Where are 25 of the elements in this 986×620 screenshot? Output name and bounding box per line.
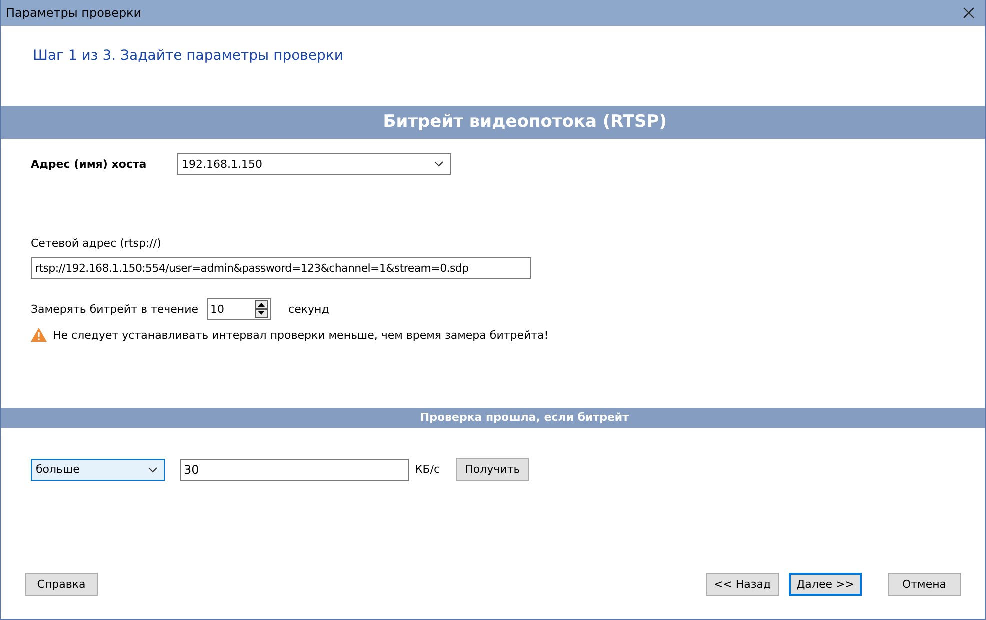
dialog-button[interactable]: Далее >> <box>789 573 862 596</box>
chevron-down-icon <box>148 466 158 472</box>
dialog-button[interactable]: Справка <box>25 573 98 596</box>
host-dropdown[interactable]: 192.168.1.150 <box>177 153 451 175</box>
dialog-button[interactable]: << Назад <box>706 573 779 596</box>
bitrate-unit: КБ/с <box>415 463 440 476</box>
operator-dropdown[interactable]: больше <box>31 458 165 480</box>
warning-text: Не следует устанавливать интервал проверки меньше, чем время замера битрейта! <box>53 328 549 342</box>
duration-unit: секунд <box>288 302 330 316</box>
chevron-down-icon <box>434 161 444 167</box>
url-field[interactable]: rtsp://192.168.1.150:554/user=admin&password=123&channel=1&stream=0.sdp <box>31 257 531 279</box>
spin-arrows-icon <box>254 300 268 318</box>
step-heading: Шаг 1 из 3. Задайте параметры проверки <box>33 48 344 64</box>
window-title: Параметры проверки <box>6 6 142 20</box>
fetch-button[interactable]: Получить <box>456 458 530 481</box>
duration-label: Замерять битрейт в течение <box>31 302 199 316</box>
close-icon[interactable] <box>963 7 975 19</box>
condition-header: Проверка прошла, если битрейт <box>1 408 985 428</box>
dialog-button[interactable]: Отмена <box>888 573 961 596</box>
duration-spinner[interactable]: 10 <box>206 298 271 320</box>
warning-icon <box>31 328 47 342</box>
url-label: Сетевой адрес (rtsp://) <box>31 237 162 250</box>
bitrate-field[interactable]: 30 <box>180 458 409 480</box>
section-header: Битрейт видеопотока (RTSP) <box>1 106 985 139</box>
host-label: Адрес (имя) хоста <box>31 158 148 170</box>
